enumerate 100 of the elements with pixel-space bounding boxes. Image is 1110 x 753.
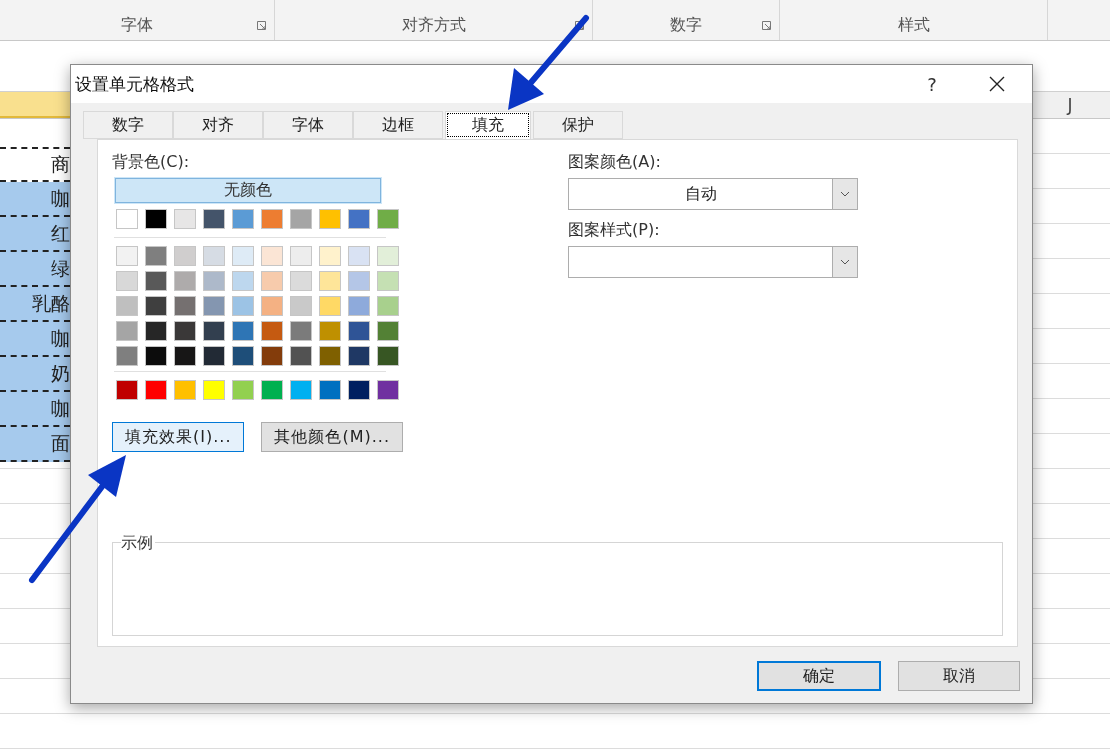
no-color-button[interactable]: 无颜色	[115, 178, 381, 203]
color-swatch[interactable]	[261, 246, 283, 266]
tab[interactable]: 边框	[353, 111, 443, 139]
dialog-launcher-icon[interactable]	[257, 21, 266, 30]
tab[interactable]: 字体	[263, 111, 353, 139]
table-cell: 咖	[0, 392, 70, 427]
color-swatch[interactable]	[377, 209, 399, 229]
tab[interactable]: 数字	[83, 111, 173, 139]
color-swatch[interactable]	[174, 321, 196, 341]
color-swatch[interactable]	[290, 346, 312, 366]
color-swatch[interactable]	[348, 209, 370, 229]
color-swatch[interactable]	[319, 321, 341, 341]
color-swatch[interactable]	[261, 380, 283, 400]
color-swatch[interactable]	[348, 321, 370, 341]
color-swatch[interactable]	[145, 321, 167, 341]
close-icon	[989, 76, 1005, 92]
tab[interactable]: 保护	[533, 111, 623, 139]
color-swatch[interactable]	[261, 209, 283, 229]
color-swatch[interactable]	[377, 346, 399, 366]
color-swatch[interactable]	[232, 296, 254, 316]
color-swatch[interactable]	[116, 380, 138, 400]
color-swatch[interactable]	[290, 296, 312, 316]
color-swatch[interactable]	[232, 321, 254, 341]
color-swatch[interactable]	[290, 321, 312, 341]
color-swatch[interactable]	[203, 209, 225, 229]
table-cell: 商	[0, 147, 70, 182]
color-swatch[interactable]	[116, 209, 138, 229]
color-swatch[interactable]	[319, 209, 341, 229]
color-swatch[interactable]	[290, 246, 312, 266]
ok-button[interactable]: 确定	[757, 661, 881, 691]
table-cell: 面	[0, 427, 70, 462]
color-swatch[interactable]	[319, 271, 341, 291]
color-swatch[interactable]	[145, 246, 167, 266]
color-swatch[interactable]	[377, 271, 399, 291]
more-colors-button[interactable]: 其他颜色(M)...	[261, 422, 403, 452]
color-swatch[interactable]	[348, 271, 370, 291]
color-swatch[interactable]	[116, 271, 138, 291]
color-swatch[interactable]	[261, 321, 283, 341]
color-swatch[interactable]	[145, 296, 167, 316]
dialog-launcher-icon[interactable]	[575, 21, 584, 30]
color-swatch[interactable]	[377, 296, 399, 316]
color-swatch[interactable]	[232, 209, 254, 229]
color-swatch[interactable]	[232, 380, 254, 400]
color-swatch[interactable]	[174, 296, 196, 316]
ribbon-group-label: 对齐方式	[401, 15, 466, 36]
color-swatch[interactable]	[348, 380, 370, 400]
color-swatch[interactable]	[348, 246, 370, 266]
fill-effects-button[interactable]: 填充效果(I)...	[112, 422, 245, 452]
color-swatch[interactable]	[116, 246, 138, 266]
table-cell: 绿	[0, 252, 70, 287]
color-swatch[interactable]	[377, 246, 399, 266]
color-swatch[interactable]	[290, 209, 312, 229]
dialog-launcher-icon[interactable]	[762, 21, 771, 30]
color-swatch[interactable]	[377, 321, 399, 341]
color-swatch[interactable]	[116, 346, 138, 366]
color-swatch[interactable]	[319, 246, 341, 266]
group-label: 示例	[121, 533, 155, 554]
tab[interactable]: 填充	[445, 111, 531, 139]
color-swatch[interactable]	[319, 346, 341, 366]
color-swatch[interactable]	[203, 271, 225, 291]
color-swatch[interactable]	[290, 271, 312, 291]
tab[interactable]: 对齐	[173, 111, 263, 139]
ribbon-group-label: 字体	[121, 15, 153, 36]
color-swatch[interactable]	[174, 380, 196, 400]
column-header: J	[1065, 94, 1074, 117]
table-cell: 红	[0, 217, 70, 252]
table-cell: 乳酪	[0, 287, 70, 322]
color-swatch[interactable]	[174, 271, 196, 291]
color-swatch[interactable]	[261, 271, 283, 291]
color-swatch[interactable]	[348, 296, 370, 316]
color-swatch[interactable]	[319, 380, 341, 400]
color-swatch[interactable]	[232, 271, 254, 291]
pattern-color-dropdown[interactable]: 自动	[568, 178, 858, 210]
color-swatch[interactable]	[174, 209, 196, 229]
color-swatch[interactable]	[203, 321, 225, 341]
table-cell: 奶	[0, 357, 70, 392]
color-swatch[interactable]	[377, 380, 399, 400]
color-swatch[interactable]	[145, 271, 167, 291]
color-swatch[interactable]	[261, 346, 283, 366]
color-swatch[interactable]	[232, 346, 254, 366]
color-swatch[interactable]	[348, 346, 370, 366]
cancel-button[interactable]: 取消	[898, 661, 1020, 691]
color-swatch[interactable]	[232, 246, 254, 266]
color-swatch[interactable]	[145, 346, 167, 366]
color-swatch[interactable]	[145, 380, 167, 400]
color-swatch[interactable]	[116, 321, 138, 341]
color-swatch[interactable]	[174, 346, 196, 366]
color-swatch[interactable]	[290, 380, 312, 400]
pattern-style-dropdown[interactable]	[568, 246, 858, 278]
color-swatch[interactable]	[145, 209, 167, 229]
field-label: 背景色(C):	[112, 152, 191, 173]
color-swatch[interactable]	[116, 296, 138, 316]
color-swatch[interactable]	[203, 296, 225, 316]
color-swatch[interactable]	[203, 246, 225, 266]
color-swatch[interactable]	[203, 346, 225, 366]
color-swatch[interactable]	[203, 380, 225, 400]
color-swatch[interactable]	[174, 246, 196, 266]
color-swatch[interactable]	[261, 296, 283, 316]
help-button[interactable]: ?	[902, 72, 962, 96]
color-swatch[interactable]	[319, 296, 341, 316]
